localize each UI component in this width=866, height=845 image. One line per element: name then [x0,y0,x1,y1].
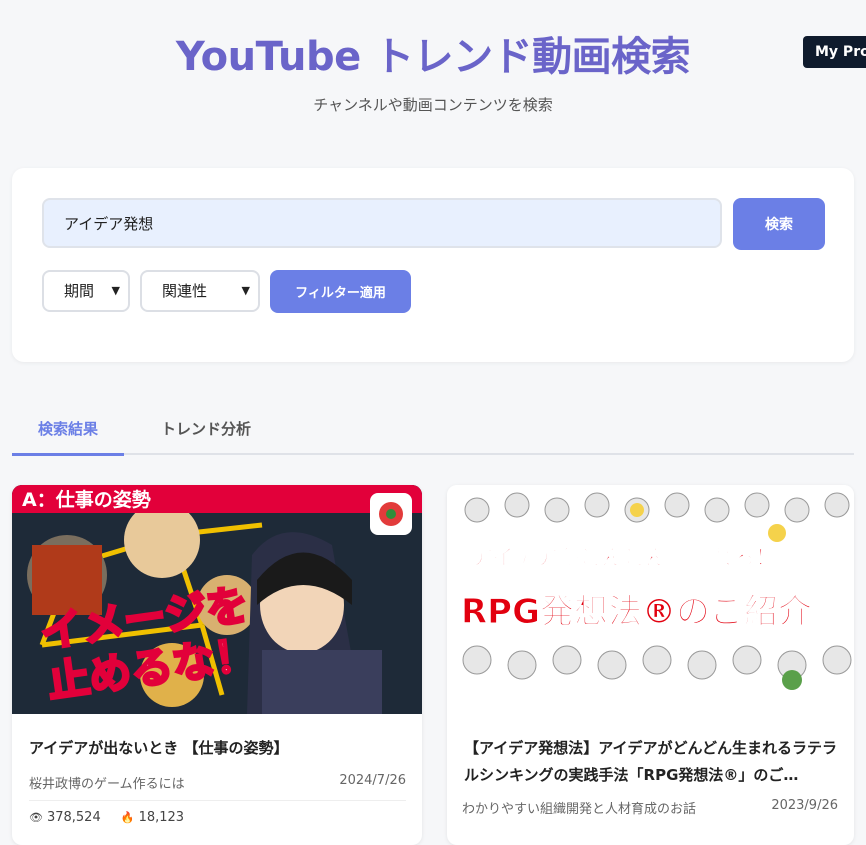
video-card[interactable]: A：仕事の姿勢 イメージを 止めるな！ アイデアが出ないとき 【仕事の姿勢】 桜… [12,485,422,845]
sort-select[interactable]: 関連性 ▼ [140,270,260,312]
view-count: 378,524 [46,810,101,825]
eye-icon: 👁 [29,811,43,824]
video-thumbnail[interactable]: A：仕事の姿勢 イメージを 止めるな！ [12,485,422,714]
period-select[interactable]: 期間 ▼ [42,270,130,312]
profile-button[interactable]: My Profile [803,36,866,68]
page-subtitle: チャンネルや動画コンテンツを検索 [313,96,553,114]
like-count: 18,123 [138,810,185,825]
video-title[interactable]: 【アイデア発想法】アイデアがどんどん生まれるラテラルシンキングの実践手法「RPG… [464,735,840,789]
video-card[interactable]: アイデアがどんどん生まれる！ RPG発想法®のご紹介 【アイデア発想法】アイデア… [447,485,854,845]
video-title[interactable]: アイデアが出ないとき 【仕事の姿勢】 [29,735,408,762]
chevron-down-icon: ▼ [241,284,250,297]
publish-date: 2024/7/26 [339,773,406,788]
tab-bar: 検索結果 トレンド分析 [12,404,854,456]
period-select-value: 期間 [64,282,95,300]
tab-search-results[interactable]: 検索結果 [12,418,124,456]
sort-select-value: 関連性 [162,282,208,300]
thumbnail-caption-top: アイデアがどんどん生まれる！ [471,545,777,571]
tab-trend-analysis[interactable]: トレンド分析 [148,418,264,453]
video-stats: 👁 378,524 🔥 18,123 [29,810,200,825]
search-input[interactable] [42,198,722,248]
search-panel: 検索 期間 ▼ 関連性 ▼ フィルター適用 [12,168,854,362]
fire-icon: 🔥 [120,811,135,824]
page-title: YouTube トレンド動画検索 [175,34,691,80]
channel-name[interactable]: 桜井政博のゲーム作るには [29,773,185,792]
thumbnail-caption-main: RPG発想法®のご紹介 [461,592,813,632]
chevron-down-icon: ▼ [111,284,120,297]
divider [29,800,406,801]
search-button[interactable]: 検索 [733,198,825,250]
video-thumbnail[interactable]: アイデアがどんどん生まれる！ RPG発想法®のご紹介 [447,485,854,711]
channel-name[interactable]: わかりやすい組織開発と人材育成のお話 [462,798,696,817]
thumbnail-caption-top: A：仕事の姿勢 [22,488,151,511]
apply-filter-button[interactable]: フィルター適用 [270,270,411,313]
publish-date: 2023/9/26 [771,798,838,813]
